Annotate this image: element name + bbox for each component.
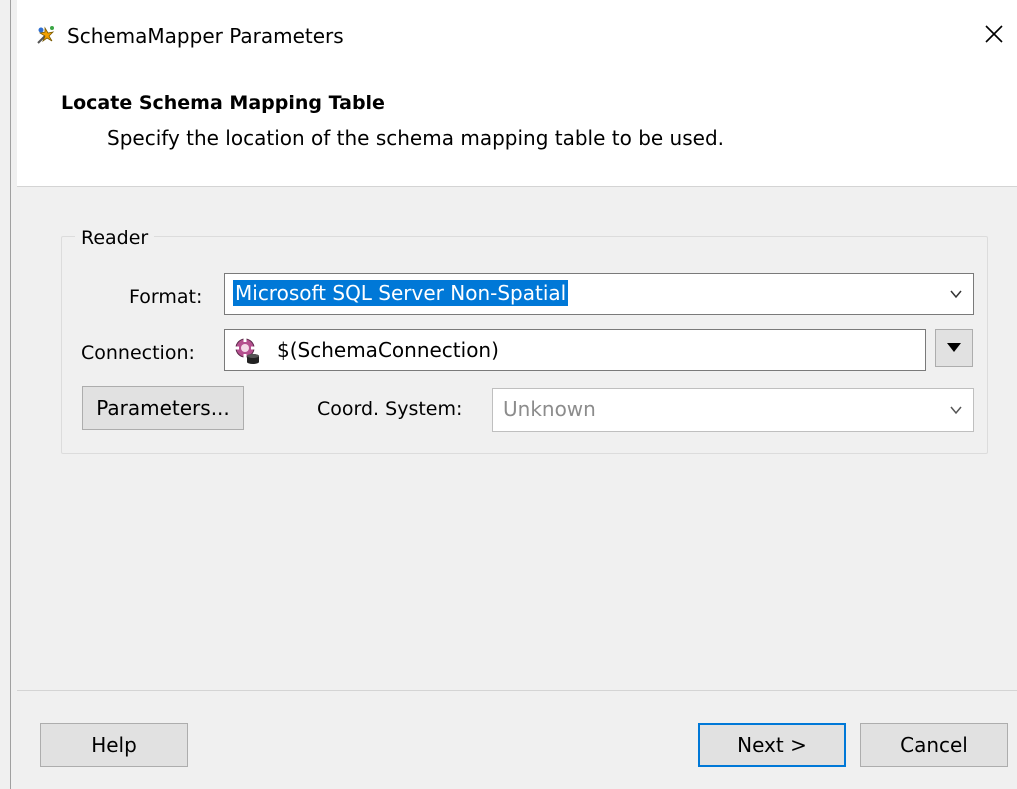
format-select[interactable]: Microsoft SQL Server Non-Spatial <box>224 273 974 315</box>
footer-divider <box>17 690 1017 691</box>
window-title: SchemaMapper Parameters <box>67 24 344 48</box>
coord-system-value: Unknown <box>503 397 596 421</box>
cancel-button[interactable]: Cancel <box>860 723 1008 767</box>
page-subtitle: Specify the location of the schema mappi… <box>107 126 725 150</box>
schemamapper-dialog: SchemaMapper Parameters Locate Schema Ma… <box>17 0 1017 789</box>
coord-system-label: Coord. System: <box>317 398 463 420</box>
close-button[interactable] <box>971 14 1017 54</box>
database-connection-icon <box>233 336 261 364</box>
help-button[interactable]: Help <box>40 723 188 767</box>
background-window-strip <box>0 0 17 789</box>
reader-group-label: Reader <box>75 226 155 250</box>
window-edge <box>10 0 11 789</box>
parameters-button[interactable]: Parameters... <box>82 386 244 430</box>
connection-label: Connection: <box>81 342 195 364</box>
coord-system-select[interactable]: Unknown <box>492 388 974 432</box>
title-bar: SchemaMapper Parameters <box>17 0 1017 62</box>
next-button[interactable]: Next > <box>698 723 846 767</box>
page-title: Locate Schema Mapping Table <box>61 92 385 114</box>
wizard-header: Locate Schema Mapping Table Specify the … <box>17 62 1017 187</box>
close-icon <box>985 25 1003 43</box>
format-label: Format: <box>129 286 203 308</box>
chevron-down-icon <box>950 290 962 299</box>
connection-input[interactable]: $(SchemaConnection) <box>224 329 926 371</box>
connection-dropdown-button[interactable] <box>935 329 973 367</box>
connection-value: $(SchemaConnection) <box>277 338 499 362</box>
format-value: Microsoft SQL Server Non-Spatial <box>233 280 569 306</box>
schemamapper-icon <box>35 24 57 46</box>
chevron-down-icon <box>950 406 962 415</box>
triangle-down-icon <box>947 343 961 352</box>
